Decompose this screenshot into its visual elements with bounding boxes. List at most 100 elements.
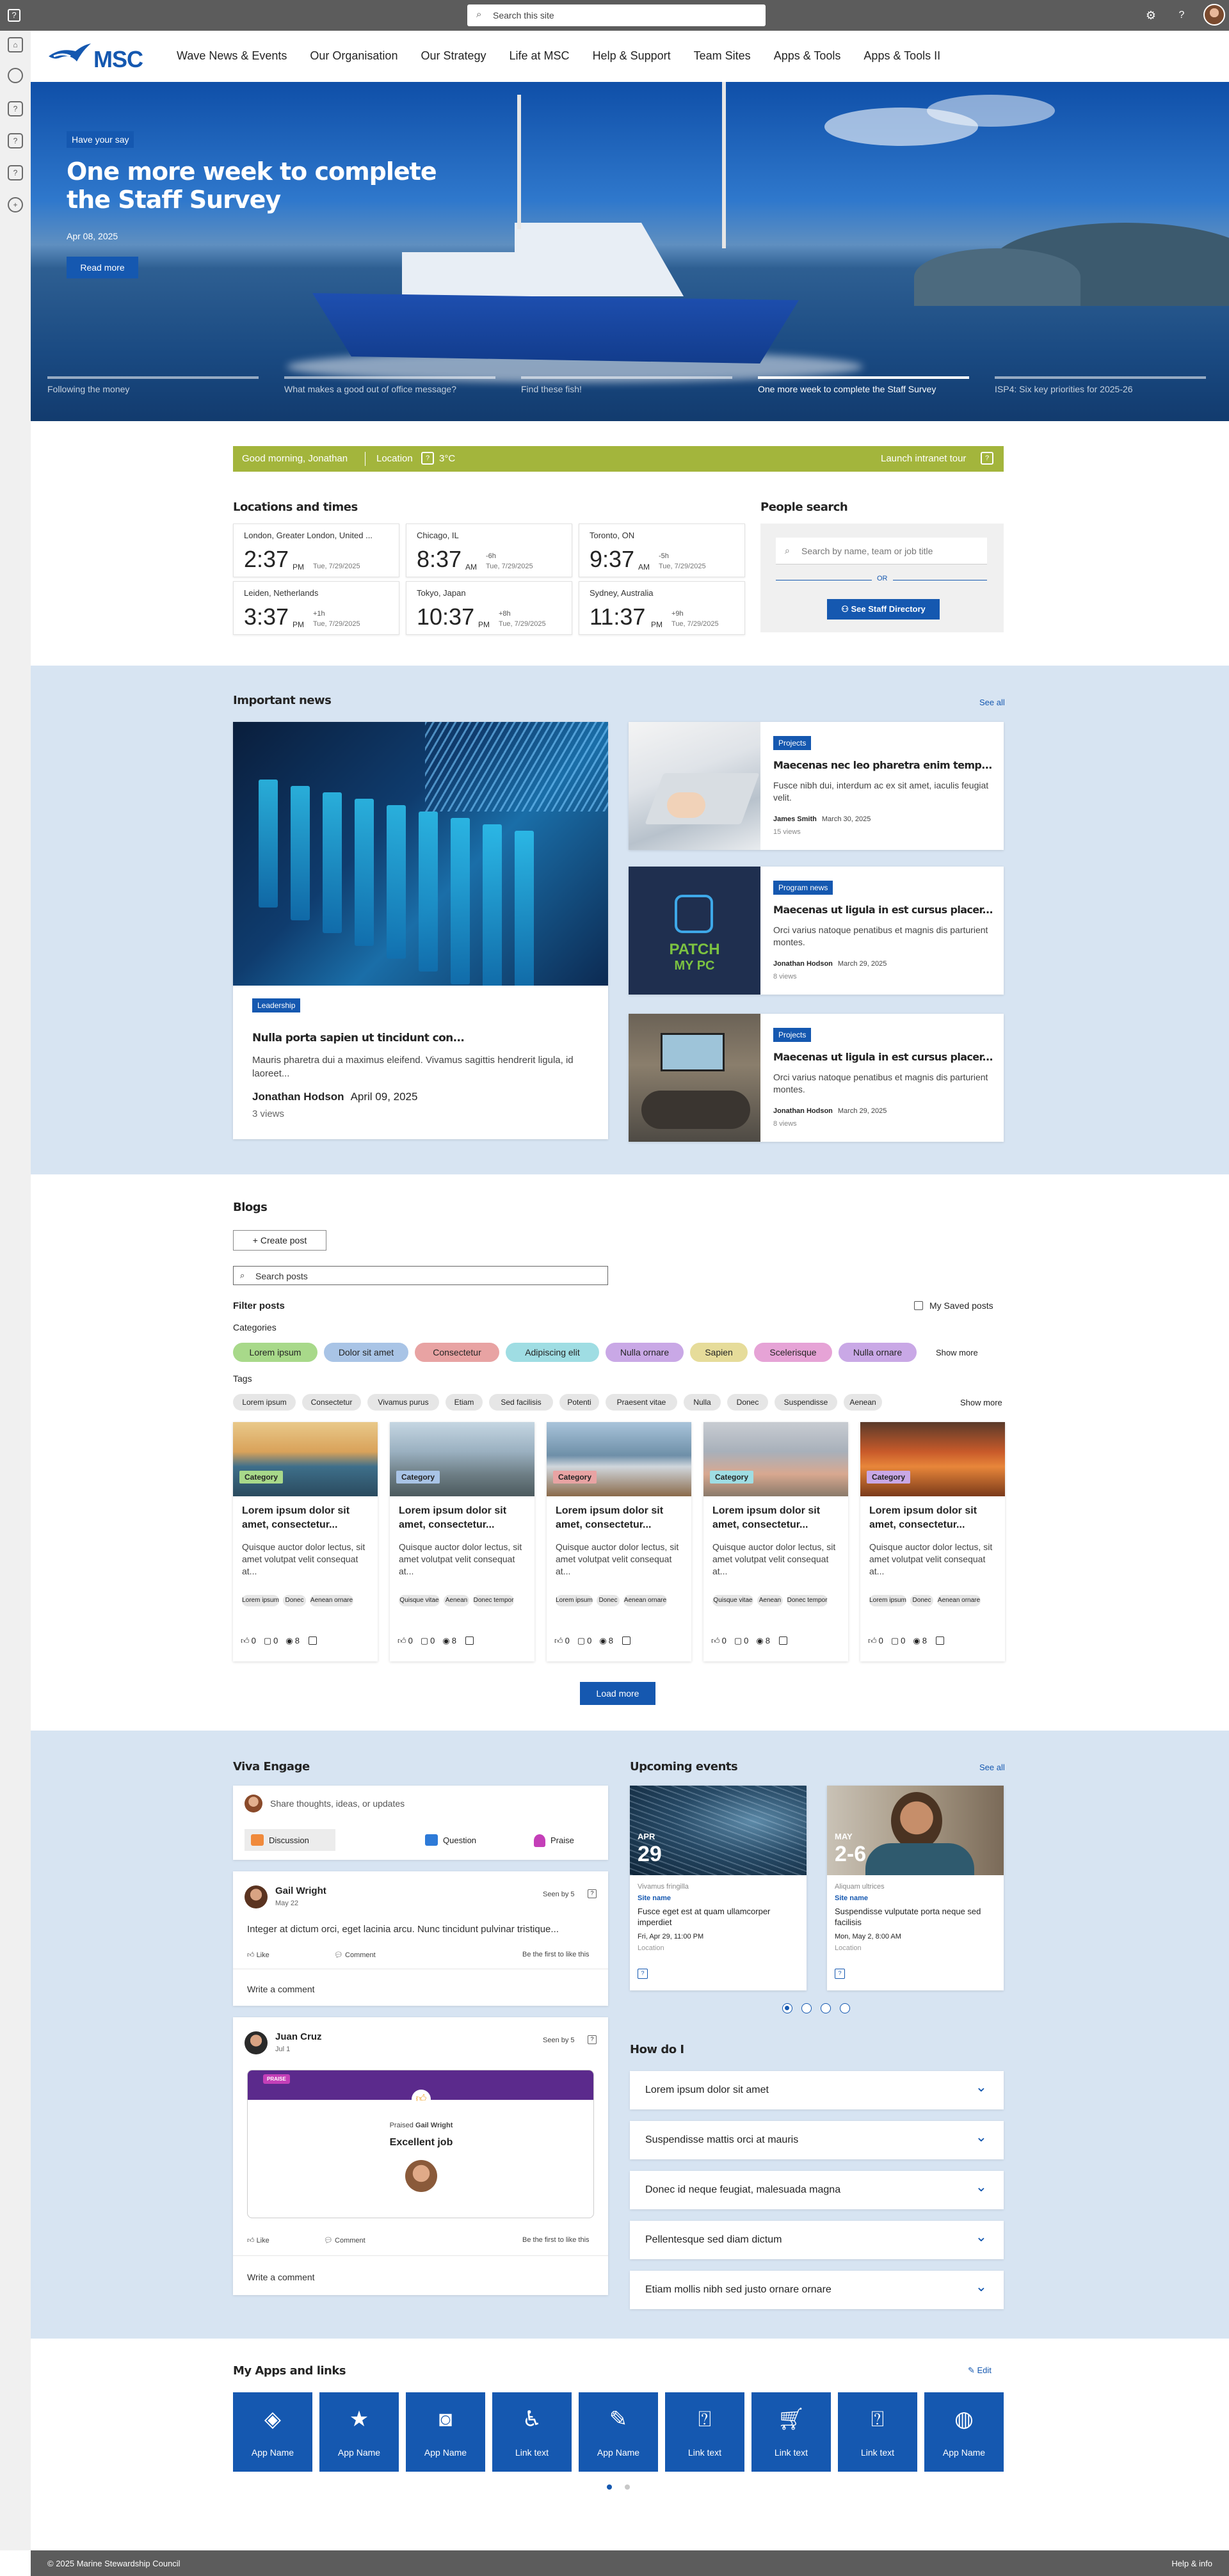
news-see-all-link[interactable]: See all [979,698,1005,707]
launch-tour-link[interactable]: Launch intranet tour [881,453,966,464]
hero-tab[interactable]: Following the money [47,376,259,415]
blog-post-tag[interactable]: Donec tempor [787,1595,828,1606]
category-pill[interactable]: Adipiscing elit [506,1343,599,1362]
search-posts-input[interactable]: ⌕ Search posts [233,1266,608,1285]
add-to-calendar-icon[interactable]: ? [835,1969,845,1979]
msc-logo[interactable]: MSC [47,41,143,72]
user-avatar[interactable] [1203,4,1225,26]
blog-post-tag[interactable]: Quisque vitae [712,1595,753,1606]
blog-post-tag[interactable]: Donec [283,1595,306,1606]
nav-item[interactable]: Our Strategy [421,49,486,63]
load-more-button[interactable]: Load more [580,1682,655,1705]
app-tile[interactable]: 🛒︎ Link text [751,2392,831,2472]
hero-carousel[interactable]: Have your say One more week to complete … [31,82,1229,421]
blog-post-card[interactable]: Category Lorem ipsum dolor sit amet, cons… [547,1422,691,1661]
blog-post-title[interactable]: Lorem ipsum dolor sit amet, consectetur.… [242,1504,370,1532]
app-tile[interactable]: ♿︎ Link text [492,2392,572,2472]
save-post-icon[interactable] [622,1636,631,1645]
save-post-icon[interactable] [935,1636,944,1645]
discussion-button[interactable]: Discussion [245,1829,335,1851]
like-icon[interactable]: 👍︎ [554,1636,563,1645]
category-pill[interactable]: Nulla ornare [839,1343,917,1362]
globe-icon[interactable] [8,68,23,83]
save-post-icon[interactable] [465,1636,474,1645]
like-button[interactable]: 👍︎ Like [247,2236,269,2244]
tag-pill[interactable]: Sed facilisis [489,1394,553,1411]
blog-post-tag[interactable]: Quisque vitae [399,1595,440,1606]
blog-post-card[interactable]: Category Lorem ipsum dolor sit amet, cons… [233,1422,378,1661]
how-do-i-item[interactable]: Donec id neque feugiat, malesuada magna ⌄ [630,2171,1004,2209]
category-pill[interactable]: Dolor sit amet [324,1343,408,1362]
write-comment-input[interactable]: Write a comment [247,2272,315,2282]
blog-post-tag[interactable]: Lorem ipsum [556,1595,593,1606]
tag-pill[interactable]: Donec [727,1394,768,1411]
site-search-box[interactable]: ⌕ Search this site [467,4,766,26]
event-site[interactable]: Site name [835,1894,868,1902]
home-icon[interactable]: ⌂ [8,37,23,52]
gear-icon[interactable]: ⚙ [1143,8,1159,23]
blog-post-title[interactable]: Lorem ipsum dolor sit amet, consectetur.… [712,1504,840,1532]
app-tile[interactable]: ✎ App Name [579,2392,658,2472]
like-icon[interactable]: 👍︎ [868,1636,877,1645]
hero-tab[interactable]: Find these fish! [521,376,732,415]
app-tile[interactable]: ⍰ Link text [838,2392,917,2472]
nav-item[interactable]: Our Organisation [310,49,398,63]
help-icon[interactable]: ? [1174,8,1189,23]
how-do-i-item[interactable]: Etiam mollis nibh sed justo ornare ornar… [630,2271,1004,2309]
author-name[interactable]: Juan Cruz [275,2031,322,2042]
blog-post-tag[interactable]: Aenean [757,1595,783,1606]
category-pill[interactable]: Lorem ipsum [233,1343,317,1362]
event-card[interactable]: MAY 2-6 Aliquam ultrices Site name Suspe… [827,1786,1004,1990]
save-post-icon[interactable] [778,1636,787,1645]
tour-icon[interactable]: ? [981,452,993,465]
nav-item[interactable]: Life at MSC [510,49,570,63]
blog-post-tag[interactable]: Aenean ornare [623,1595,667,1606]
write-comment-input[interactable]: Write a comment [247,1984,315,1994]
blog-post-tag[interactable]: Donec [597,1595,620,1606]
categories-show-more[interactable]: Show more [936,1348,978,1357]
hero-tab[interactable]: What makes a good out of office message? [284,376,495,415]
composer-prompt[interactable]: Share thoughts, ideas, or updates [270,1798,405,1809]
news-title[interactable]: Nulla porta sapien ut tincidunt con... [252,1032,465,1044]
blog-post-card[interactable]: Category Lorem ipsum dolor sit amet, cons… [860,1422,1005,1661]
news-title[interactable]: Maecenas ut ligula in est cursus placer.… [773,1051,993,1063]
author-name[interactable]: Gail Wright [275,1885,326,1896]
blog-post-title[interactable]: Lorem ipsum dolor sit amet, consectetur.… [399,1504,527,1532]
like-button[interactable]: 👍︎ Like [247,1951,269,1959]
blog-post-tag[interactable]: Aenean ornare [310,1595,353,1606]
apps-page-dot[interactable] [625,2484,630,2490]
news-title[interactable]: Maecenas nec leo pharetra enim temp... [773,759,992,771]
blog-post-card[interactable]: Category Lorem ipsum dolor sit amet, cons… [703,1422,848,1661]
question-button[interactable]: Question [419,1829,495,1851]
tag-pill[interactable]: Aenean [844,1394,882,1411]
tag-pill[interactable]: Suspendisse [775,1394,837,1411]
nav-item[interactable]: Help & Support [593,49,671,63]
event-card[interactable]: APR 29 Vivamus fringilla Site name Fusce… [630,1786,807,1990]
saved-posts-link[interactable]: My Saved posts [914,1300,993,1311]
blog-post-tag[interactable]: Lorem ipsum [242,1595,279,1606]
event-title[interactable]: Fusce eget est at quam ullamcorper imper… [638,1906,798,1928]
question-icon[interactable]: ? [8,133,23,148]
tag-pill[interactable]: Lorem ipsum [233,1394,296,1411]
app-tile[interactable]: ◍ App Name [924,2392,1004,2472]
add-to-calendar-icon[interactable]: ? [638,1969,648,1979]
people-search-input[interactable]: ⌕ Search by name, team or job title [776,538,987,564]
events-page-dot[interactable] [801,2003,812,2013]
blog-post-tag[interactable]: Donec [910,1595,933,1606]
nav-item[interactable]: Apps & Tools [774,49,841,63]
news-card[interactable]: PATCH MY PC Program news Maecenas ut lig… [629,867,1004,995]
category-pill[interactable]: Sapien [690,1343,748,1362]
question-icon[interactable]: ? [8,101,23,116]
save-post-icon[interactable] [308,1636,317,1645]
events-page-dot[interactable] [782,2003,792,2013]
app-tile[interactable]: ⍰ Link text [665,2392,744,2472]
more-icon[interactable]: ? [588,1889,597,1898]
question-icon[interactable]: ? [8,165,23,180]
category-pill[interactable]: Consectetur [415,1343,499,1362]
blog-post-tag[interactable]: Aenean [444,1595,469,1606]
blog-post-title[interactable]: Lorem ipsum dolor sit amet, consectetur.… [869,1504,997,1532]
tag-pill[interactable]: Vivamus purus [367,1394,439,1411]
featured-news-card[interactable]: Leadership Nulla porta sapien ut tincidu… [233,722,608,1139]
tag-pill[interactable]: Nulla [684,1394,721,1411]
news-card[interactable]: Projects Maecenas nec leo pharetra enim … [629,722,1004,850]
